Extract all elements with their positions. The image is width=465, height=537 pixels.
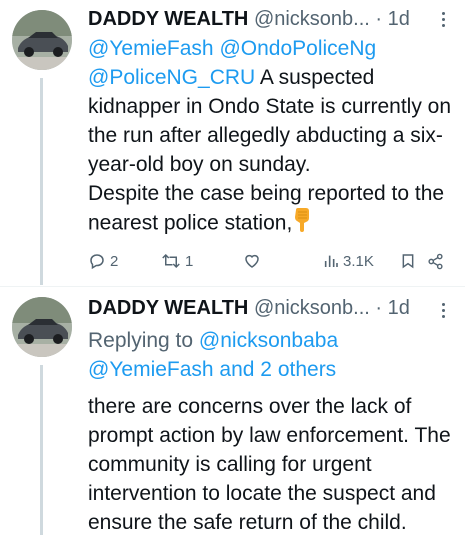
replying-to: Replying to @nicksonbaba @YemieFash and … bbox=[88, 326, 457, 384]
retweet-count: 1 bbox=[185, 252, 194, 270]
avatar[interactable] bbox=[12, 10, 72, 70]
thread-line bbox=[40, 365, 43, 535]
bookmark-button[interactable] bbox=[400, 249, 416, 273]
reply-button[interactable]: 2 bbox=[88, 249, 118, 273]
tweet-text-continued: Despite the case being reported to the n… bbox=[88, 182, 445, 235]
share-button[interactable] bbox=[427, 249, 444, 273]
tweet[interactable]: DADDY WEALTH @nicksonb... · 1d @YemieFas… bbox=[0, 0, 465, 285]
share-icon bbox=[428, 253, 443, 269]
thread-line bbox=[40, 78, 43, 285]
tweet-text: @YemieFash @OndoPoliceNg @PoliceNG_CRU A… bbox=[88, 34, 457, 240]
views-chart-icon bbox=[324, 255, 338, 267]
heart-icon bbox=[245, 254, 259, 268]
pointing-down-emoji bbox=[292, 208, 312, 240]
display-name[interactable]: DADDY WEALTH bbox=[88, 297, 248, 319]
bookmark-icon bbox=[402, 254, 414, 269]
mention-link[interactable]: @OndoPoliceNg bbox=[219, 37, 376, 60]
retweet-icon bbox=[162, 253, 180, 269]
replying-to-handle[interactable]: @nicksonbaba bbox=[199, 329, 338, 352]
tweet-header: DADDY WEALTH @nicksonb... · 1d bbox=[88, 6, 439, 32]
reply-icon bbox=[90, 254, 104, 270]
more-vertical-icon[interactable] bbox=[441, 12, 447, 30]
more-vertical-icon[interactable] bbox=[441, 303, 447, 321]
avatar-car-image bbox=[12, 297, 72, 357]
display-name[interactable]: DADDY WEALTH bbox=[88, 8, 248, 30]
avatar[interactable] bbox=[12, 297, 72, 357]
reply-count: 2 bbox=[110, 252, 119, 270]
handle[interactable]: @nicksonb... bbox=[254, 297, 370, 319]
replying-to-others[interactable]: @YemieFash and 2 others bbox=[88, 358, 336, 381]
separator: · bbox=[375, 8, 383, 30]
separator: · bbox=[375, 297, 383, 319]
views-button[interactable]: 3.1K bbox=[323, 249, 374, 273]
tweet-text: there are concerns over the lack of prom… bbox=[88, 395, 451, 534]
retweet-button[interactable]: 1 bbox=[161, 249, 193, 273]
handle[interactable]: @nicksonb... bbox=[254, 8, 370, 30]
avatar-car-image bbox=[12, 10, 72, 70]
replying-to-label: Replying to bbox=[88, 329, 194, 352]
like-button[interactable] bbox=[243, 249, 261, 273]
tweet-actions: 2 1 3.1K bbox=[88, 249, 448, 273]
views-count: 3.1K bbox=[343, 252, 374, 270]
tweet[interactable]: DADDY WEALTH @nicksonb... · 1d Replying … bbox=[0, 287, 465, 535]
mention-link[interactable]: @YemieFash bbox=[88, 37, 214, 60]
timestamp[interactable]: 1d bbox=[388, 297, 410, 319]
tweet-header: DADDY WEALTH @nicksonb... · 1d bbox=[88, 295, 439, 321]
timestamp[interactable]: 1d bbox=[388, 8, 410, 30]
mention-link[interactable]: @PoliceNG_CRU bbox=[88, 66, 255, 89]
